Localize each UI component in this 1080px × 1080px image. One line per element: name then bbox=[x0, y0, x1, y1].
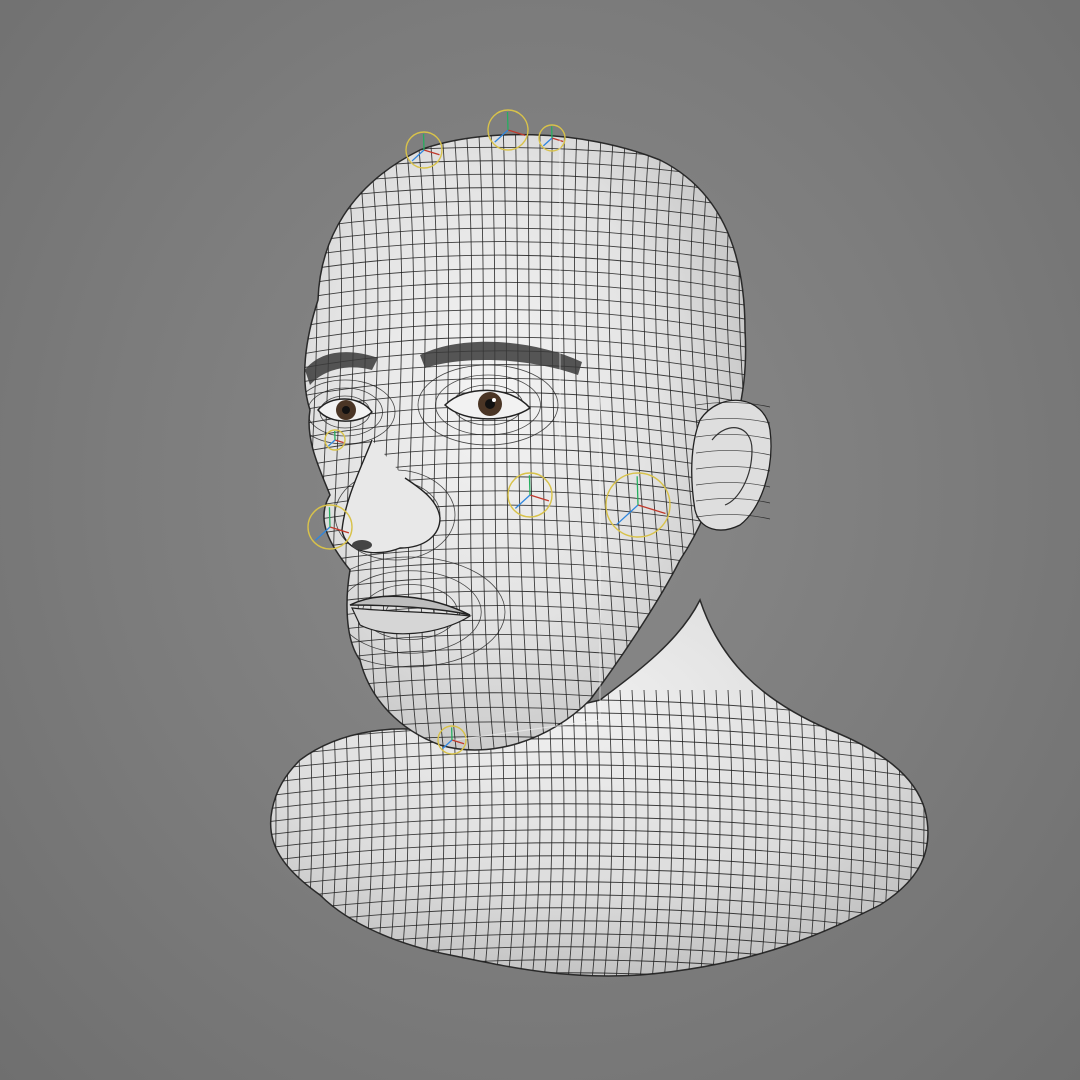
head-mesh-render[interactable] bbox=[0, 0, 1080, 1080]
3d-viewport[interactable] bbox=[0, 0, 1080, 1080]
nostril bbox=[352, 540, 372, 550]
